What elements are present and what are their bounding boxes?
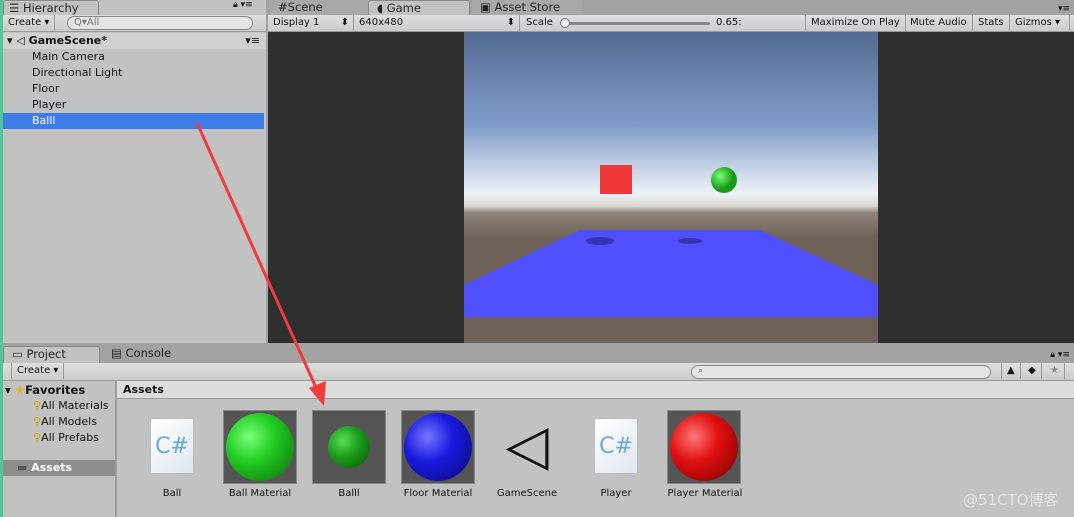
csharp-icon: C# (150, 418, 194, 474)
list-icon: ☰ (9, 1, 23, 15)
scene-row[interactable]: ▾ ◁ GameScene* ▾≡ (3, 33, 266, 49)
tab-asset-store[interactable]: ▣ Asset Store (472, 0, 582, 15)
asset-label: Player (600, 488, 632, 499)
create-button[interactable]: Create ▾ (11, 363, 65, 379)
menu-icon[interactable]: ▾≡ (1058, 4, 1070, 14)
assets-folder[interactable]: ▬ Assets (3, 460, 115, 476)
search-icon: ⚲ (33, 431, 42, 444)
ball-sphere (711, 167, 737, 193)
asset-label: Floor Material (403, 488, 473, 499)
tab-hierarchy[interactable]: ☰ Hierarchy (3, 0, 99, 15)
csharp-icon: C# (594, 418, 638, 474)
asset-label: Ball (162, 488, 182, 499)
search-input[interactable]: Q▾All (67, 16, 253, 30)
favorites-header[interactable]: ▾ ★Favorites (5, 383, 85, 397)
asset-balll-prefab[interactable] (304, 410, 394, 484)
stats-button[interactable]: Stats (973, 15, 1010, 31)
scale-slider[interactable] (560, 18, 710, 28)
asset-label: Ball Material (228, 488, 292, 499)
tab-project[interactable]: ▭ Project (3, 346, 100, 363)
menu-icon[interactable]: ▾≡ (245, 33, 260, 49)
game-viewport (464, 32, 878, 343)
hierarchy-item[interactable]: Directional Light (3, 65, 264, 81)
favorites-pane: ▾ ★Favorites ⚲All Materials ⚲All Models … (3, 381, 116, 517)
hierarchy-item[interactable]: Floor (3, 81, 264, 97)
tab-scene[interactable]: #Scene (270, 0, 368, 15)
console-icon: ▤ (111, 346, 126, 360)
search-icon: ⚲ (33, 399, 42, 412)
mute-audio-button[interactable]: Mute Audio (905, 15, 973, 31)
display-select[interactable]: Display 1 ⬍ (268, 15, 354, 31)
favorite-item[interactable]: ⚲All Materials (33, 399, 109, 412)
asset-label: Player Material (667, 488, 743, 499)
unity-logo-icon: ◁ (505, 413, 549, 478)
hierarchy-item[interactable]: Player (3, 97, 264, 113)
hierarchy-panel: ☰ Hierarchy 🔒︎ ▾≡ Create ▾ Q▾All ▾ ◁ Gam… (3, 0, 266, 343)
asset-ball-script[interactable]: C# (127, 410, 217, 474)
player-cube (600, 165, 632, 194)
create-button[interactable]: Create ▾ (3, 15, 56, 31)
scale-label: Scale (526, 17, 553, 28)
asset-label: GameScene (496, 488, 558, 499)
asset-gamescene[interactable]: ◁ (482, 410, 572, 484)
favorite-item[interactable]: ⚲All Models (33, 415, 97, 428)
lock-icon[interactable]: 🔒︎ ▾≡ (1050, 350, 1070, 360)
star-icon: ★ (14, 383, 26, 397)
game-view[interactable] (268, 32, 1074, 343)
filter-type-icon[interactable]: ▲ (1001, 363, 1021, 379)
asset-label: Balll (338, 488, 360, 499)
asset-player-script[interactable]: C# (571, 410, 661, 474)
scale-value: 0.65: (716, 17, 742, 28)
search-input[interactable]: ⌕ (691, 365, 991, 379)
maximize-on-play-button[interactable]: Maximize On Play (805, 15, 906, 31)
game-panel: #Scene ◖ Game ▣ Asset Store ▾≡ Display 1… (268, 0, 1074, 343)
gizmos-button[interactable]: Gizmos ▾ (1010, 15, 1070, 31)
lock-icon[interactable]: 🔒︎ ▾≡ (233, 0, 253, 10)
hierarchy-item-selected[interactable]: Balll (3, 113, 264, 129)
favorite-item[interactable]: ⚲All Prefabs (33, 431, 99, 444)
breadcrumb: Assets (117, 381, 1074, 399)
folder-icon: ▭ (12, 347, 27, 361)
hierarchy-item[interactable]: Main Camera (3, 49, 264, 65)
store-icon: ▣ (480, 0, 495, 14)
resolution-select[interactable]: 640x480 ⬍ (354, 15, 520, 31)
tab-console[interactable]: ▤ Console (103, 346, 179, 361)
asset-player-material[interactable] (659, 410, 749, 484)
tab-game[interactable]: ◖ Game (368, 0, 470, 15)
search-icon: ⚲ (33, 415, 42, 428)
watermark: @51CTO博客 (963, 491, 1059, 509)
label-icon[interactable]: ◆ (1023, 363, 1042, 379)
game-icon: ◖ (377, 1, 387, 15)
star-icon[interactable]: ★ (1045, 363, 1065, 379)
unity-icon: ◁ (16, 34, 25, 47)
asset-floor-material[interactable] (393, 410, 483, 484)
asset-ball-material[interactable] (215, 410, 305, 484)
folder-icon: ▬ (17, 461, 32, 474)
